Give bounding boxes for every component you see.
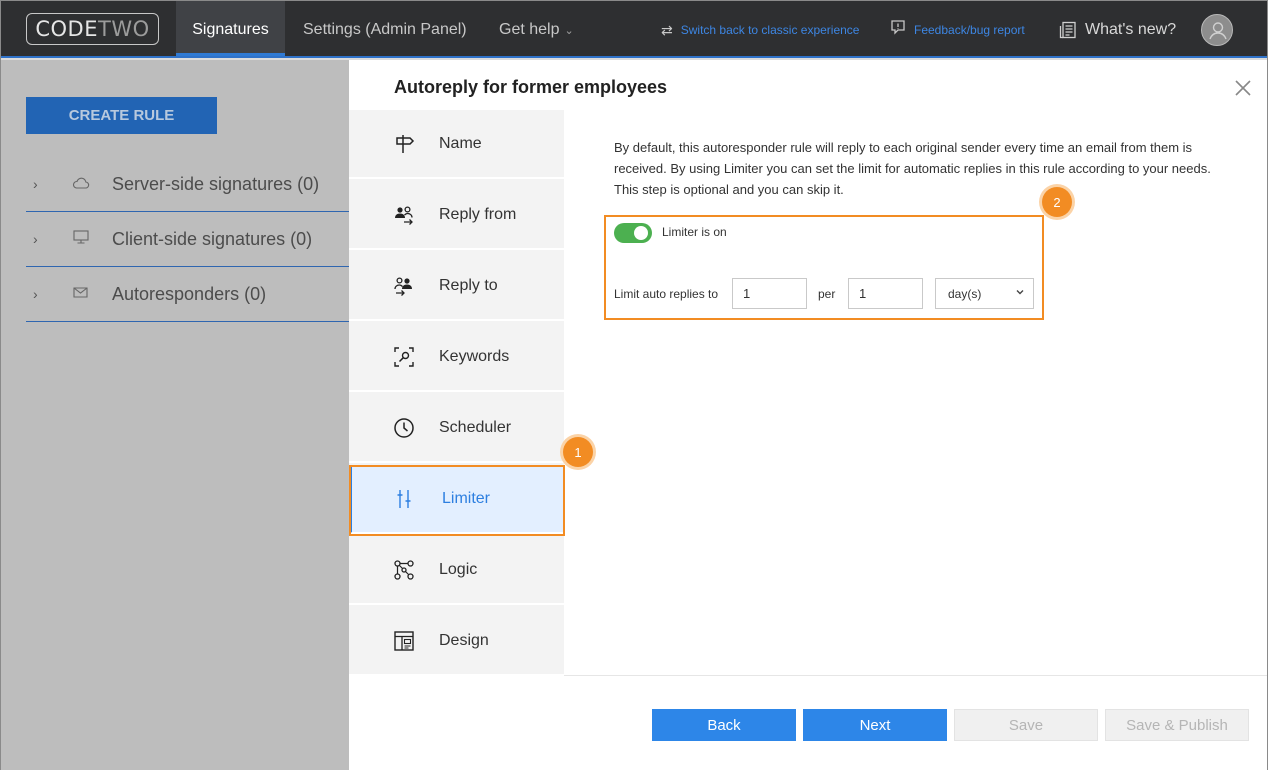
step-scheduler[interactable]: Scheduler (349, 394, 564, 463)
step-label: Reply from (439, 205, 517, 223)
step-name[interactable]: Name (349, 110, 564, 179)
save-publish-button[interactable]: Save & Publish (1105, 709, 1249, 741)
logic-nodes-icon (349, 559, 439, 581)
chevron-down-icon: ⌄ (564, 25, 574, 37)
step-keywords[interactable]: Keywords (349, 323, 564, 392)
monitor-icon (66, 229, 112, 250)
autoreply-wizard-modal: Autoreply for former employees Name Repl… (349, 60, 1267, 770)
news-icon (1059, 21, 1077, 39)
save-button[interactable]: Save (954, 709, 1098, 741)
user-avatar[interactable] (1201, 14, 1233, 46)
row-label: Server-side signatures (0) (112, 173, 320, 194)
limiter-description: By default, this autoresponder rule will… (614, 140, 1211, 197)
row-label: Autoresponders (0) (112, 283, 267, 304)
autoresponders-row[interactable]: › Autoresponders (0) (26, 267, 349, 322)
next-button[interactable]: Next (803, 709, 947, 741)
chevron-right-icon: › (33, 231, 38, 247)
step-label: Keywords (439, 347, 510, 365)
nav-label: Signatures (192, 21, 269, 38)
nav-label: Settings (Admin Panel) (303, 21, 467, 38)
back-button[interactable]: Back (652, 709, 796, 741)
logo-main-text: CODE (35, 17, 98, 41)
step-label: Reply to (439, 276, 498, 294)
users-arrow-icon (349, 204, 439, 226)
switch-classic-label: Switch back to classic experience (680, 22, 860, 37)
callout-badge-1: 1 (563, 437, 593, 467)
step-label: Name (439, 134, 482, 152)
nav-label: Get help (499, 21, 560, 38)
switch-classic-link[interactable]: ⇄ Switch back to classic experience (661, 1, 859, 58)
callout-badge-2: 2 (1042, 187, 1072, 217)
feedback-label: Feedback/bug report (914, 22, 1025, 37)
chevron-right-icon: › (33, 176, 38, 192)
signpost-icon (349, 133, 439, 155)
step-label: Logic (439, 560, 478, 578)
step-label: Scheduler (439, 418, 512, 436)
users-arrow-icon (349, 275, 439, 297)
close-button[interactable] (1233, 78, 1253, 98)
chevron-right-icon: › (33, 286, 38, 302)
step-reply-to[interactable]: Reply to (349, 252, 564, 321)
step-logic[interactable]: Logic (349, 536, 564, 605)
server-side-signatures-row[interactable]: › Server-side signatures (0) (26, 157, 349, 212)
top-bar: CODE TWO Signatures Settings (Admin Panel… (1, 1, 1267, 58)
limiter-settings-highlight (604, 215, 1044, 320)
modal-title: Autoreply for former employees (394, 77, 668, 97)
row-label: Client-side signatures (0) (112, 228, 313, 249)
whats-new-button[interactable]: What's new? (1059, 1, 1176, 58)
client-side-signatures-row[interactable]: › Client-side signatures (0) (26, 212, 349, 267)
feedback-icon (890, 1, 906, 59)
clock-icon (349, 417, 439, 439)
nav-settings[interactable]: Settings (Admin Panel) (303, 1, 467, 56)
keyword-search-icon (349, 346, 439, 368)
user-icon (1209, 22, 1227, 40)
mail-reply-icon (66, 284, 112, 305)
feedback-link[interactable]: Feedback/bug report (890, 1, 1025, 58)
limiter-content-panel: By default, this autoresponder rule will… (564, 110, 1267, 676)
nav-signatures[interactable]: Signatures (176, 1, 285, 56)
whats-new-label: What's new? (1085, 20, 1177, 38)
step-reply-from[interactable]: Reply from (349, 181, 564, 250)
cloud-icon (66, 174, 112, 195)
swap-arrows-icon: ⇄ (661, 21, 673, 38)
close-icon (1235, 80, 1251, 96)
limiter-step-highlight (349, 465, 565, 536)
logo-accent-text: TWO (98, 17, 150, 41)
background-page: CREATE RULE › Server-side signatures (0)… (1, 60, 349, 770)
wizard-steps: Name Reply from Reply to Keywords Schedu… (349, 110, 564, 676)
codetwo-logo[interactable]: CODE TWO (26, 13, 159, 45)
step-design[interactable]: Design (349, 607, 564, 676)
nav-get-help[interactable]: Get help ⌄ (499, 1, 574, 56)
layout-icon (349, 630, 439, 652)
step-label: Design (439, 631, 489, 649)
create-rule-button[interactable]: CREATE RULE (26, 97, 217, 134)
